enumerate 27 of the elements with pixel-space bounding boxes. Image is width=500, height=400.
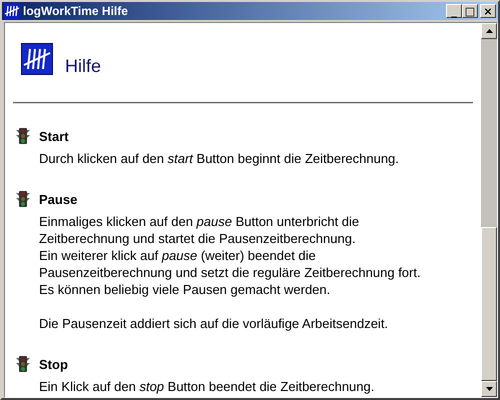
help-title: Hilfe [65, 56, 102, 77]
section-heading: Stop [39, 356, 68, 372]
traffic-light-icon [15, 191, 31, 207]
help-text: Ein weiterer klick auf pause (weiter) beendet die [39, 247, 317, 264]
section-heading: Pause [39, 192, 78, 206]
tally-icon [4, 3, 20, 19]
down-arrow-icon [486, 387, 492, 391]
traffic-light-icon [15, 128, 31, 144]
help-text: Durch klicken auf den start Button beginnt die Zeitberechnung. [39, 150, 400, 167]
help-text: Es können beliebig viele Pausen gemacht werden. [39, 281, 332, 298]
scroll-up-button[interactable] [481, 23, 497, 39]
scroll-down-button[interactable] [481, 381, 497, 397]
tally-icon [21, 43, 53, 75]
maximize-button[interactable]: □ [462, 4, 478, 18]
traffic-light-icon [15, 356, 31, 372]
window-title: logWorkTime Hilfe [23, 4, 128, 18]
minimize-button[interactable]: _ [446, 4, 462, 18]
help-text: Einmaliges klicken auf den pause Button unterbricht die [39, 213, 360, 230]
help-text: Die Pausenzeit addiert sich auf die vorläufige Arbeitsendzeit. [39, 315, 390, 332]
help-text: Pausenzeitberechnung und setzt die reguläre Zeitberechnung fort. [39, 264, 422, 281]
up-arrow-icon [486, 29, 492, 33]
section-heading: Start [39, 128, 69, 144]
help-text: Zeitberechnung und startet die Pausenzeitberechnung. [39, 230, 357, 247]
scroll-thumb[interactable] [481, 227, 497, 381]
close-button[interactable]: × [480, 4, 496, 18]
help-text: Ein Klick auf den stop Button beendet die Zeitberechnung. [39, 378, 376, 395]
scrollbar[interactable] [481, 23, 497, 397]
